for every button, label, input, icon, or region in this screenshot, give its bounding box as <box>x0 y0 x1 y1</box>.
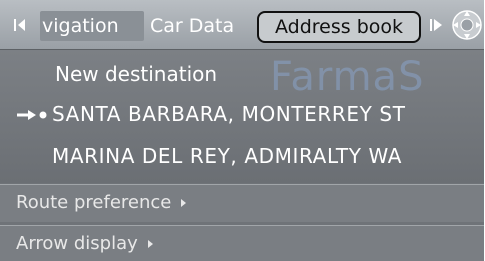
route-preference-option[interactable]: Route preference <box>0 184 484 222</box>
arrow-display-option[interactable]: Arrow display <box>0 225 484 261</box>
arrow-display-label: Arrow display <box>16 233 138 254</box>
list-item-destination[interactable]: SANTA BARBARA, MONTERREY ST <box>0 96 484 132</box>
tab-bar: vigation Car Data Address book <box>0 0 484 50</box>
route-preference-label: Route preference <box>16 192 172 213</box>
scroll-right-icon[interactable] <box>430 16 444 34</box>
submenu-arrow-icon <box>181 199 187 207</box>
tab-car-data[interactable]: Car Data <box>150 11 250 41</box>
tab-navigation[interactable]: vigation <box>40 11 144 41</box>
scroll-left-icon[interactable] <box>10 14 32 36</box>
tab-address-book[interactable]: Address book <box>257 11 421 43</box>
list-item-destination[interactable]: MARINA DEL REY, ADMIRALTY WA <box>0 138 484 174</box>
idrive-screen: vigation Car Data Address book FarmaS Ne… <box>0 0 484 261</box>
controller-icon <box>450 8 484 42</box>
submenu-arrow-icon <box>147 240 153 248</box>
list-item-new-destination[interactable]: New destination <box>0 56 484 92</box>
